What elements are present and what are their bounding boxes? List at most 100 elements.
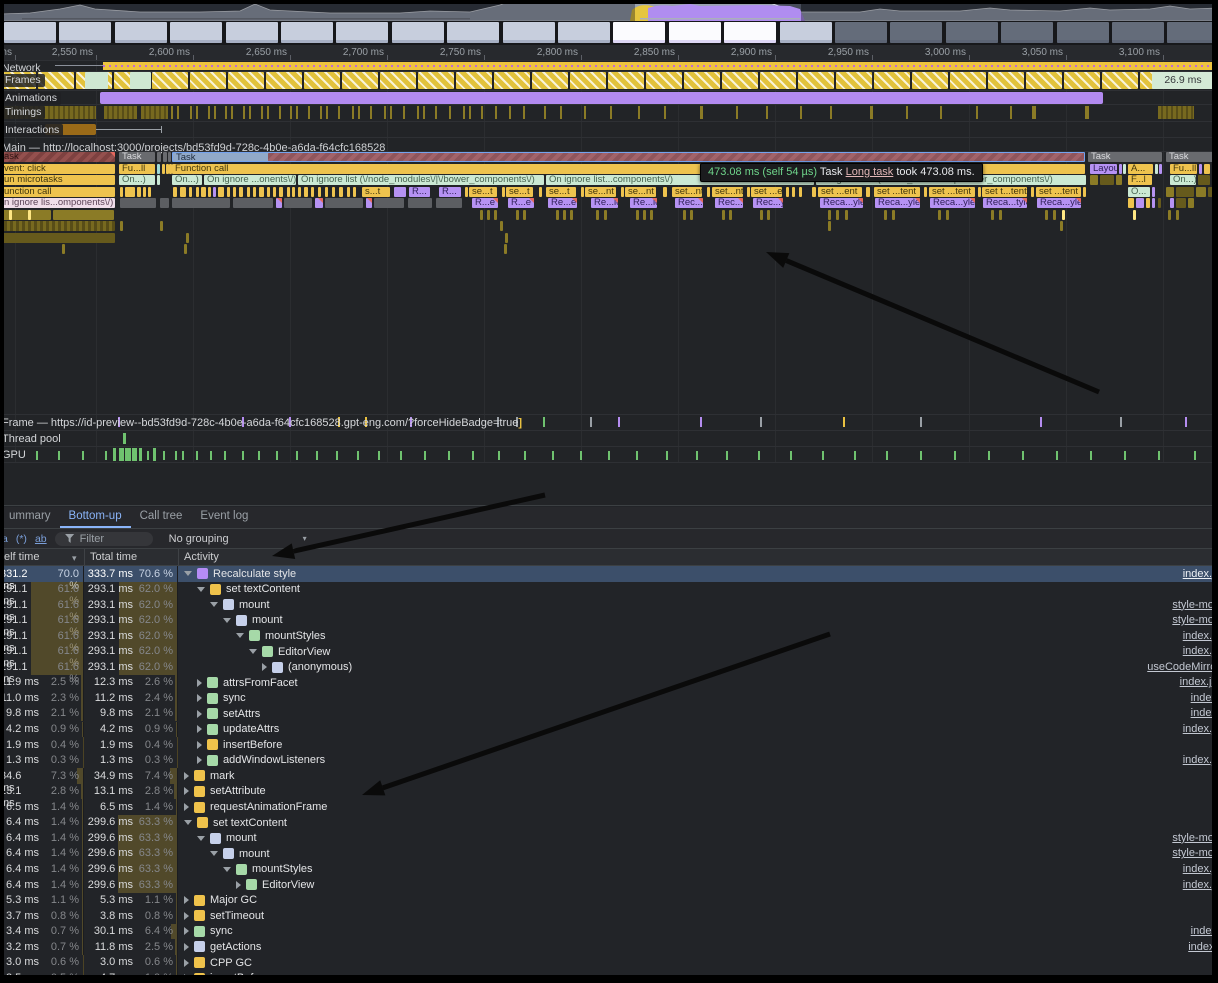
source-link[interactable]: index. <box>1191 692 1218 704</box>
expand-arrow-icon[interactable] <box>184 772 189 780</box>
cpu-overview-strip[interactable] <box>0 0 1218 21</box>
flame-bar[interactable] <box>938 210 941 220</box>
flame-bar[interactable] <box>539 187 542 197</box>
flame-bar[interactable] <box>1136 198 1144 208</box>
flame-bar[interactable] <box>157 175 160 185</box>
flame-bar[interactable] <box>311 187 314 197</box>
expand-arrow-icon[interactable] <box>262 663 267 671</box>
flame-bar[interactable] <box>125 187 135 197</box>
flame-bar[interactable]: Reca...tyle <box>983 198 1027 208</box>
table-row[interactable]: 11.0 ms2.3 %11.2 ms2.4 %syncindex. <box>0 690 1218 706</box>
expand-arrow-icon[interactable] <box>184 912 189 920</box>
timing-mark[interactable] <box>214 106 216 119</box>
flame-bar[interactable] <box>1100 175 1114 185</box>
flame-bar[interactable]: vent: click <box>1 164 115 174</box>
main-thread-header[interactable]: Main — http://localhost:3000/projects/bd… <box>0 138 1218 151</box>
timing-mark[interactable] <box>370 106 372 119</box>
flame-bar[interactable]: Reca...yle <box>930 198 975 208</box>
flame-bar[interactable]: O... <box>1128 187 1150 197</box>
timing-mark[interactable] <box>231 106 233 119</box>
expand-arrow-icon[interactable] <box>184 943 189 951</box>
flame-bar[interactable] <box>53 210 114 220</box>
timing-mark[interactable] <box>279 106 281 119</box>
filmstrip-thumbnail[interactable] <box>613 22 665 43</box>
frame-block[interactable] <box>988 72 1024 89</box>
flame-bar[interactable]: On...) <box>1170 175 1196 185</box>
collapse-arrow-icon[interactable] <box>197 587 205 592</box>
flame-bar[interactable] <box>157 164 160 174</box>
frame-block[interactable] <box>684 72 720 89</box>
flame-bar[interactable] <box>1060 221 1063 231</box>
timing-mark[interactable] <box>423 106 425 119</box>
flame-bar[interactable] <box>836 210 839 220</box>
flame-bar[interactable] <box>1062 210 1065 220</box>
flame-bar[interactable]: set...nt <box>712 187 743 197</box>
source-link[interactable]: index.js <box>1183 723 1218 735</box>
table-row[interactable]: 3.7 ms0.8 %3.8 ms0.8 %setTimeout <box>0 908 1218 924</box>
flame-bar[interactable] <box>1176 198 1186 208</box>
flame-bar[interactable] <box>233 198 273 208</box>
timing-mark[interactable] <box>435 106 437 119</box>
flame-bar[interactable] <box>1090 175 1098 185</box>
frame-block[interactable] <box>418 72 454 89</box>
flame-bar[interactable] <box>786 187 789 197</box>
flame-bar[interactable] <box>1031 187 1034 197</box>
flame-bar[interactable] <box>1166 187 1174 197</box>
flame-bar[interactable] <box>767 210 770 220</box>
flame-bar[interactable] <box>480 210 483 220</box>
flame-bar[interactable] <box>1208 187 1216 197</box>
flame-bar[interactable]: set ...tent <box>929 187 975 197</box>
flame-bar[interactable] <box>157 152 161 162</box>
flame-bar[interactable] <box>28 210 31 220</box>
flame-bar[interactable] <box>284 198 312 208</box>
source-link[interactable]: index.js <box>1183 568 1218 580</box>
expand-arrow-icon[interactable] <box>184 927 189 935</box>
flame-bar-selected-task[interactable]: Task <box>172 152 1085 162</box>
flame-bar[interactable] <box>1158 198 1161 208</box>
filmstrip-thumbnail[interactable] <box>946 22 998 43</box>
flame-bar[interactable]: Layout <box>1090 164 1117 174</box>
flame-bar[interactable] <box>184 244 187 254</box>
expand-arrow-icon[interactable] <box>184 896 189 904</box>
flame-bar[interactable] <box>180 187 186 197</box>
sort-descending-icon[interactable]: ▾ <box>72 553 77 564</box>
flame-bar[interactable] <box>1053 210 1056 220</box>
table-row[interactable]: 5.3 ms1.1 %5.3 ms1.1 %Major GC <box>0 893 1218 909</box>
source-link[interactable]: index. <box>1191 925 1218 937</box>
flame-bar[interactable]: R... <box>439 187 461 197</box>
flame-bar[interactable] <box>504 244 507 254</box>
timing-mark[interactable] <box>225 106 227 119</box>
timing-mark[interactable] <box>463 106 465 119</box>
frame-block[interactable] <box>1026 72 1062 89</box>
flame-bar[interactable]: R... <box>409 187 430 197</box>
table-row[interactable]: 3.2 ms0.7 %11.8 ms2.5 %getActionsindex.j <box>0 939 1218 955</box>
animations-bar[interactable] <box>100 92 1103 104</box>
expand-arrow-icon[interactable] <box>197 710 202 718</box>
timing-mark[interactable] <box>326 106 328 119</box>
frame-block[interactable] <box>532 72 568 89</box>
table-row[interactable]: 291.1 ms61.6 %293.1 ms62.0 %(anonymous)u… <box>0 659 1218 675</box>
flame-bar[interactable]: On...) <box>119 175 155 185</box>
collapse-arrow-icon[interactable] <box>197 836 205 841</box>
timing-mark[interactable] <box>290 106 292 119</box>
flame-bar[interactable] <box>502 187 505 197</box>
timing-mark[interactable] <box>196 106 198 119</box>
frame-block[interactable] <box>722 72 758 89</box>
flame-bar[interactable] <box>581 187 584 197</box>
source-link[interactable]: index.js <box>1183 863 1218 875</box>
expand-arrow-icon[interactable] <box>236 881 241 889</box>
flame-bar[interactable] <box>143 187 146 197</box>
flame-bar[interactable] <box>924 187 927 197</box>
table-row[interactable]: 6.4 ms1.4 %299.6 ms63.3 %set textContent <box>0 815 1218 831</box>
frame-block[interactable] <box>798 72 834 89</box>
screenshot-filmstrip[interactable] <box>0 21 1218 45</box>
source-link[interactable]: index.js <box>1183 630 1218 642</box>
flame-bar[interactable]: Task <box>1166 152 1218 162</box>
flame-bar[interactable] <box>137 187 141 197</box>
flame-bar[interactable] <box>279 187 283 197</box>
flame-bar[interactable]: On...) <box>172 175 202 185</box>
filmstrip-thumbnail[interactable] <box>4 22 56 43</box>
flame-bar[interactable] <box>318 187 321 197</box>
expand-arrow-icon[interactable] <box>197 725 202 733</box>
flame-bar[interactable] <box>173 187 177 197</box>
